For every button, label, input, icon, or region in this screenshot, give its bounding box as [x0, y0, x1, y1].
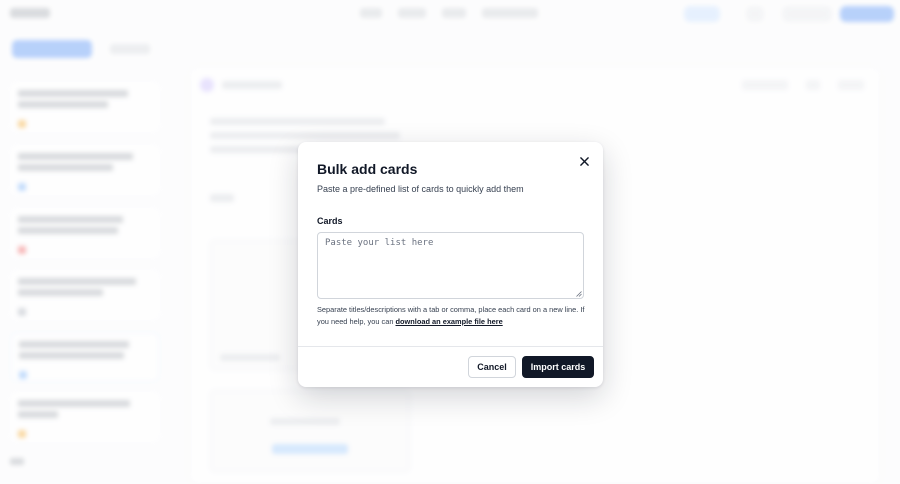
- import-cards-button[interactable]: Import cards: [522, 356, 594, 378]
- help-text: Separate titles/descriptions with a tab …: [317, 304, 585, 328]
- footer-divider: [298, 346, 603, 347]
- download-example-link[interactable]: download an example file here: [396, 317, 503, 326]
- cards-textarea[interactable]: [317, 232, 584, 299]
- cancel-button[interactable]: Cancel: [468, 356, 516, 378]
- dialog-subtitle: Paste a pre-defined list of cards to qui…: [317, 184, 524, 194]
- cards-field-label: Cards: [317, 216, 343, 226]
- resize-handle-icon[interactable]: [576, 291, 582, 297]
- dialog-title: Bulk add cards: [317, 161, 418, 177]
- close-icon: [579, 156, 589, 166]
- bulk-add-cards-dialog: Bulk add cards Paste a pre-defined list …: [298, 142, 603, 387]
- close-button[interactable]: [577, 154, 591, 168]
